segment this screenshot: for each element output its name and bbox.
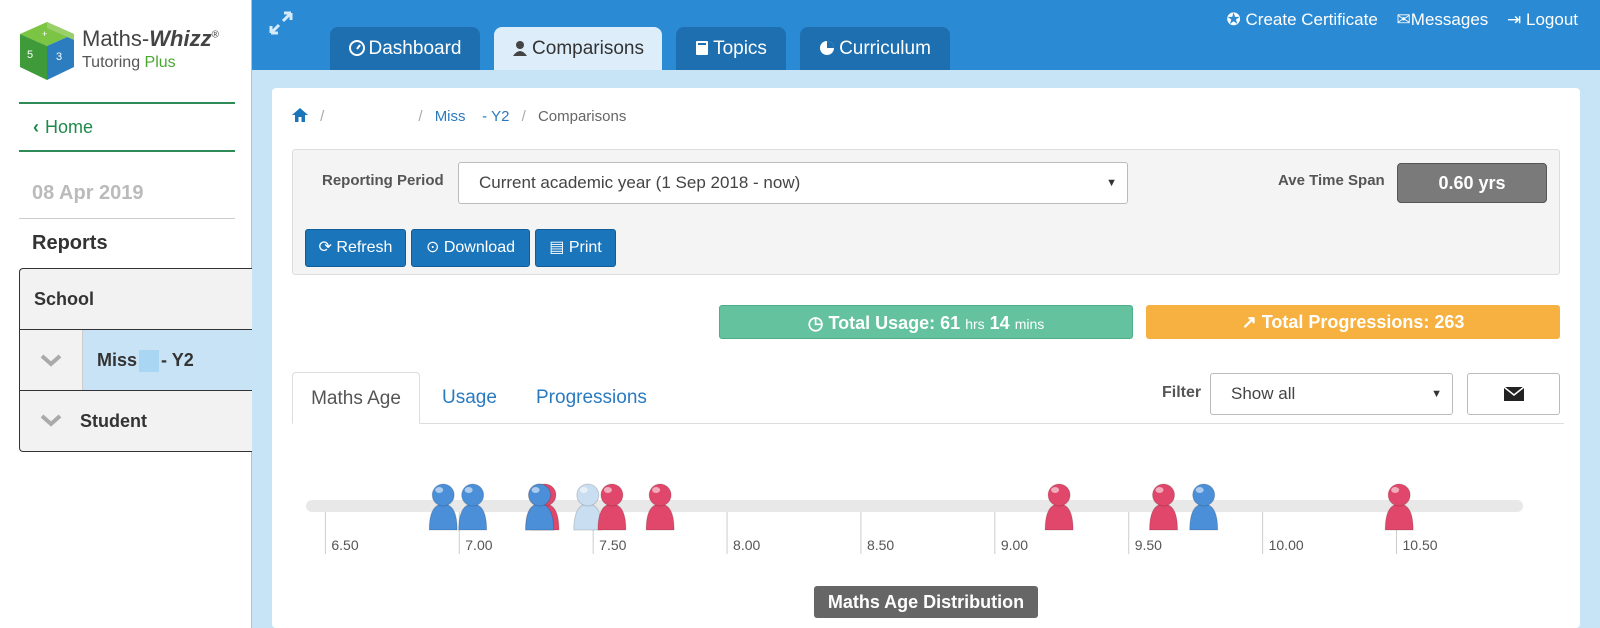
top-nav-bar: Dashboard Comparisons Topics Curriculum … <box>252 0 1600 70</box>
chart-title: Maths Age Distribution <box>814 586 1038 618</box>
x-tick-label: 9.00 <box>1001 537 1028 553</box>
subtab-usage[interactable]: Usage <box>442 372 497 424</box>
tree-item-class[interactable]: Miss - Y2 <box>19 330 252 391</box>
clock-icon: ◷ <box>807 313 824 333</box>
reporting-period-select[interactable]: Current academic year (1 Sep 2018 - now)… <box>458 162 1128 204</box>
x-tick-label: 10.50 <box>1403 537 1438 553</box>
chevron-left-icon: ‹ <box>33 117 39 137</box>
envelope-icon: ✉ <box>1396 10 1411 29</box>
svg-text:3: 3 <box>56 51 62 63</box>
x-tick-label: 7.50 <box>599 537 626 553</box>
logo-subtitle: Tutoring Plus <box>82 54 176 71</box>
download-button[interactable]: ⊙ Download <box>411 229 530 267</box>
logout-icon: ⇥ <box>1507 10 1522 29</box>
x-tick-label: 6.50 <box>331 537 358 553</box>
logout-link[interactable]: ⇥ Logout <box>1507 10 1578 29</box>
refresh-button[interactable]: ⟳ Refresh <box>305 229 406 267</box>
svg-text:+: + <box>42 29 47 39</box>
x-tick-label: 9.50 <box>1135 537 1162 553</box>
maths-age-chart: 6.50 7.00 7.50 8.00 8.50 9.00 9.50 10.00 10.50 <box>306 483 1523 554</box>
expand-icon[interactable] <box>268 10 294 36</box>
ribbon-icon: ✪ <box>1226 10 1241 29</box>
create-certificate-link[interactable]: ✪ Create Certificate <box>1227 10 1378 29</box>
filter-select[interactable]: Show all ▼ <box>1210 373 1453 415</box>
caret-down-icon: ▼ <box>1431 388 1442 400</box>
tree-item-class-label: Miss - Y2 <box>83 330 252 390</box>
messages-link[interactable]: ✉Messages <box>1397 10 1489 29</box>
download-icon: ⊙ <box>425 239 440 256</box>
current-date: 08 Apr 2019 <box>32 182 144 204</box>
cube-logo-icon: 5 3 + <box>20 22 74 80</box>
x-tick-label: 7.00 <box>465 537 492 553</box>
dashboard-icon <box>348 40 365 56</box>
filter-label: Filter <box>1162 384 1202 401</box>
divider <box>19 218 235 219</box>
breadcrumb-current: Comparisons <box>537 108 627 125</box>
book-icon <box>696 41 709 55</box>
home-icon[interactable] <box>292 108 308 122</box>
total-usage-badge: ◷ Total Usage: 61 hrs 14 mins <box>719 305 1133 339</box>
home-link[interactable]: ‹ Home <box>19 102 235 152</box>
tab-comparisons[interactable]: Comparisons <box>494 27 662 70</box>
reporting-period-label: Reporting Period <box>322 172 444 189</box>
chart-track <box>306 500 1523 512</box>
top-links: ✪ Create Certificate ✉Messages ⇥ Logout <box>1213 10 1578 30</box>
growth-chart-icon: ↗ <box>1241 312 1257 332</box>
breadcrumb-class-link[interactable]: Miss - Y2 <box>435 108 510 125</box>
pie-chart-icon <box>820 41 835 55</box>
print-button[interactable]: ▤ Print <box>535 229 616 267</box>
ave-time-span-label: Ave Time Span <box>1278 172 1385 189</box>
svg-text:5: 5 <box>27 49 33 61</box>
tab-topics[interactable]: Topics <box>676 27 786 70</box>
sidebar: 5 3 + Maths-Whizz® Tutoring Plus ‹ Home 0… <box>0 0 252 628</box>
tree-item-school[interactable]: School <box>19 268 252 330</box>
email-button[interactable] <box>1467 373 1560 415</box>
x-tick-label: 8.50 <box>867 537 894 553</box>
refresh-icon: ⟳ <box>318 239 332 256</box>
subtab-maths-age[interactable]: Maths Age <box>292 372 420 424</box>
reports-heading: Reports <box>32 232 108 254</box>
app-logo[interactable]: 5 3 + Maths-Whizz® Tutoring Plus <box>18 20 238 90</box>
total-progressions-badge: ↗ Total Progressions: 263 <box>1146 305 1560 339</box>
subtab-progressions[interactable]: Progressions <box>536 372 647 424</box>
tab-dashboard[interactable]: Dashboard <box>330 27 480 70</box>
envelope-icon <box>1503 387 1524 401</box>
redacted-name <box>139 350 160 373</box>
chevron-down-icon[interactable] <box>20 330 83 390</box>
x-tick-label: 10.00 <box>1269 537 1304 553</box>
ave-time-span-value: 0.60 yrs <box>1397 163 1547 203</box>
chevron-down-icon <box>40 391 62 452</box>
caret-down-icon: ▼ <box>1106 177 1117 189</box>
breadcrumb: / / Miss - Y2 / Comparisons <box>292 108 626 125</box>
report-tree: School Miss - Y2 Student <box>19 268 252 452</box>
tab-curriculum[interactable]: Curriculum <box>800 27 950 70</box>
tree-item-student[interactable]: Student <box>19 391 252 452</box>
printer-icon: ▤ <box>549 239 565 256</box>
logo-title: Maths-Whizz® <box>82 26 219 51</box>
user-icon <box>513 41 528 56</box>
x-tick-label: 8.00 <box>733 537 760 553</box>
